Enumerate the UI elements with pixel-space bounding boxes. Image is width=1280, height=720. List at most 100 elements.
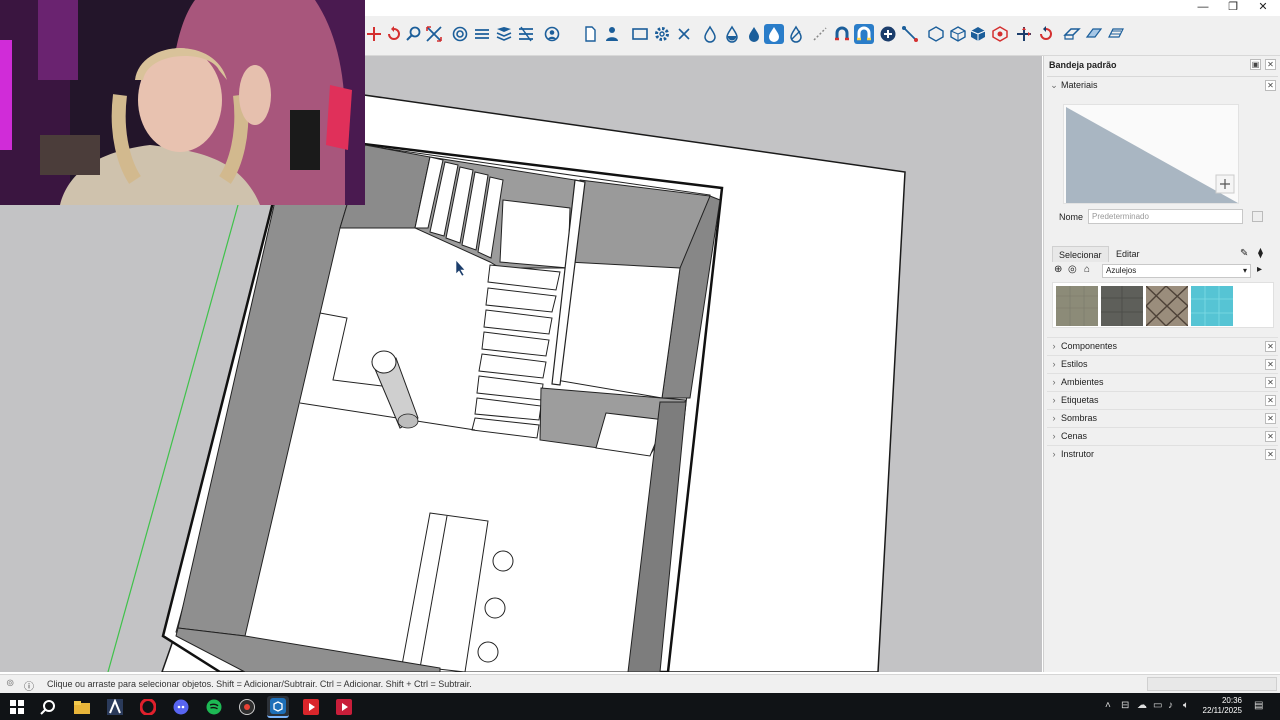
section-environments[interactable]: › Ambientes ✕ <box>1047 373 1278 390</box>
material-swatch[interactable] <box>1145 285 1189 327</box>
move-icon[interactable] <box>364 24 384 44</box>
paint-bucket-icon[interactable]: ⧫ <box>1258 248 1263 259</box>
settings-icon[interactable] <box>652 24 672 44</box>
line-icon[interactable] <box>900 24 920 44</box>
geo-icon[interactable] <box>516 24 536 44</box>
stool <box>492 550 514 572</box>
rotate-icon[interactable] <box>1036 24 1056 44</box>
material-swatch[interactable] <box>1101 286 1143 326</box>
chrome-icon[interactable] <box>236 696 258 718</box>
autocad-icon[interactable] <box>104 696 126 718</box>
spotify-icon[interactable] <box>203 696 225 718</box>
cloud-icon[interactable]: ☁ <box>1137 700 1147 711</box>
style-icon[interactable] <box>494 24 514 44</box>
section-components[interactable]: › Componentes ✕ <box>1047 337 1278 354</box>
plane-icon[interactable] <box>1106 24 1126 44</box>
details-icon[interactable]: ▸ <box>1257 264 1262 275</box>
close-icon[interactable]: ✕ <box>1265 79 1276 91</box>
rectangle-icon[interactable] <box>630 24 650 44</box>
tab-edit[interactable]: Editar <box>1110 246 1146 262</box>
zoom-extents-icon[interactable] <box>424 24 444 44</box>
chevron-right-icon: › <box>1052 431 1056 441</box>
usb-icon[interactable]: ⊟ <box>1121 700 1129 711</box>
close-icon[interactable]: ✕ <box>1265 358 1276 370</box>
notifications-icon[interactable]: ▤ <box>1254 700 1263 711</box>
drop-icon[interactable] <box>764 24 784 44</box>
close-icon[interactable]: ✕ <box>1265 59 1276 70</box>
section-styles[interactable]: › Estilos ✕ <box>1047 355 1278 372</box>
material-swatch[interactable] <box>1056 286 1098 326</box>
microphone-icon[interactable]: ♪ <box>1168 700 1173 711</box>
drop-icon[interactable] <box>744 24 764 44</box>
taskbar: ˄ ⊟ ☁ ▭ ♪ 🔈︎ 20:36 22/11/2025 ▤ <box>0 693 1280 720</box>
files-icon[interactable] <box>71 696 93 718</box>
close-icon[interactable]: ✕ <box>1265 340 1276 352</box>
orbit-icon[interactable] <box>450 24 470 44</box>
clock[interactable]: 20:36 22/11/2025 <box>1203 696 1242 716</box>
section-materials[interactable]: ⌄ Materiais ✕ <box>1047 76 1278 93</box>
section-instructor[interactable]: › Instrutor ✕ <box>1047 445 1278 462</box>
cube-icon[interactable] <box>948 24 968 44</box>
chevron-right-icon: › <box>1052 395 1056 405</box>
magnet-icon[interactable] <box>832 24 852 44</box>
magnet-icon[interactable] <box>854 24 874 44</box>
network-icon[interactable]: ▭ <box>1153 700 1162 711</box>
home-icon[interactable]: ⌂ <box>1084 264 1090 275</box>
volume-icon[interactable]: 🔈︎ <box>1183 700 1189 711</box>
clock-date: 22/11/2025 <box>1202 706 1242 715</box>
user-icon[interactable] <box>542 24 562 44</box>
plane-icon[interactable] <box>1084 24 1104 44</box>
section-label: Estilos <box>1061 359 1088 369</box>
section-scenes[interactable]: › Cenas ✕ <box>1047 427 1278 444</box>
close-icon[interactable]: ✕ <box>1265 412 1276 424</box>
tab-select[interactable]: Selecionar <box>1052 246 1109 262</box>
minimize-icon[interactable]: — <box>1188 0 1218 14</box>
page-icon[interactable] <box>580 24 600 44</box>
close-icon[interactable] <box>674 24 694 44</box>
drop-icon[interactable] <box>722 24 742 44</box>
pin-icon[interactable]: ▣ <box>1250 59 1261 70</box>
chevron-right-icon: › <box>1052 449 1056 459</box>
close-icon[interactable]: ✕ <box>1248 0 1278 14</box>
section-shadows[interactable]: › Sombras ✕ <box>1047 409 1278 426</box>
rotate-icon[interactable] <box>384 24 404 44</box>
axis-icon[interactable] <box>1014 24 1034 44</box>
geo-location-icon[interactable]: ⊚ <box>6 678 14 689</box>
media-icon[interactable] <box>300 696 322 718</box>
sketchup-icon[interactable] <box>267 696 289 718</box>
measurements-box[interactable] <box>1147 677 1277 691</box>
library-select[interactable]: Azulejos ▾ <box>1102 264 1251 278</box>
status-bar: ⊚ ⓘ Clique ou arraste para selecionar ob… <box>0 674 1280 693</box>
name-field[interactable]: Predeterminado <box>1088 209 1243 224</box>
close-icon[interactable]: ✕ <box>1265 376 1276 388</box>
layers-icon[interactable] <box>472 24 492 44</box>
drop-icon[interactable] <box>786 24 806 44</box>
add-icon[interactable] <box>878 24 898 44</box>
drop-icon[interactable] <box>700 24 720 44</box>
eyedropper-icon[interactable]: ✎ <box>1240 248 1248 259</box>
cube-icon[interactable] <box>968 24 988 44</box>
section-tags[interactable]: › Etiquetas ✕ <box>1047 391 1278 408</box>
snap-icon[interactable] <box>810 24 830 44</box>
name-label: Nome <box>1059 212 1084 222</box>
close-icon[interactable]: ✕ <box>1265 394 1276 406</box>
chevron-up-icon[interactable]: ˄ <box>1105 700 1111 711</box>
person-icon[interactable] <box>602 24 622 44</box>
zoom-icon[interactable] <box>404 24 424 44</box>
duplicate-icon[interactable] <box>1252 211 1263 222</box>
info-icon[interactable]: ⓘ <box>24 678 34 693</box>
search-icon[interactable] <box>37 696 59 718</box>
model-icon[interactable]: ◎ <box>1068 264 1077 275</box>
cube-icon[interactable] <box>926 24 946 44</box>
opera-icon[interactable] <box>137 696 159 718</box>
close-icon[interactable]: ✕ <box>1265 430 1276 442</box>
discord-icon[interactable] <box>170 696 192 718</box>
plane-icon[interactable] <box>1062 24 1082 44</box>
windows-icon[interactable] <box>6 696 28 718</box>
restore-icon[interactable]: ❐ <box>1218 0 1248 14</box>
cube-icon[interactable] <box>990 24 1010 44</box>
add-icon[interactable]: ⊕ <box>1054 264 1062 275</box>
media-icon[interactable] <box>333 696 355 718</box>
close-icon[interactable]: ✕ <box>1265 448 1276 460</box>
material-swatch[interactable] <box>1191 286 1233 326</box>
